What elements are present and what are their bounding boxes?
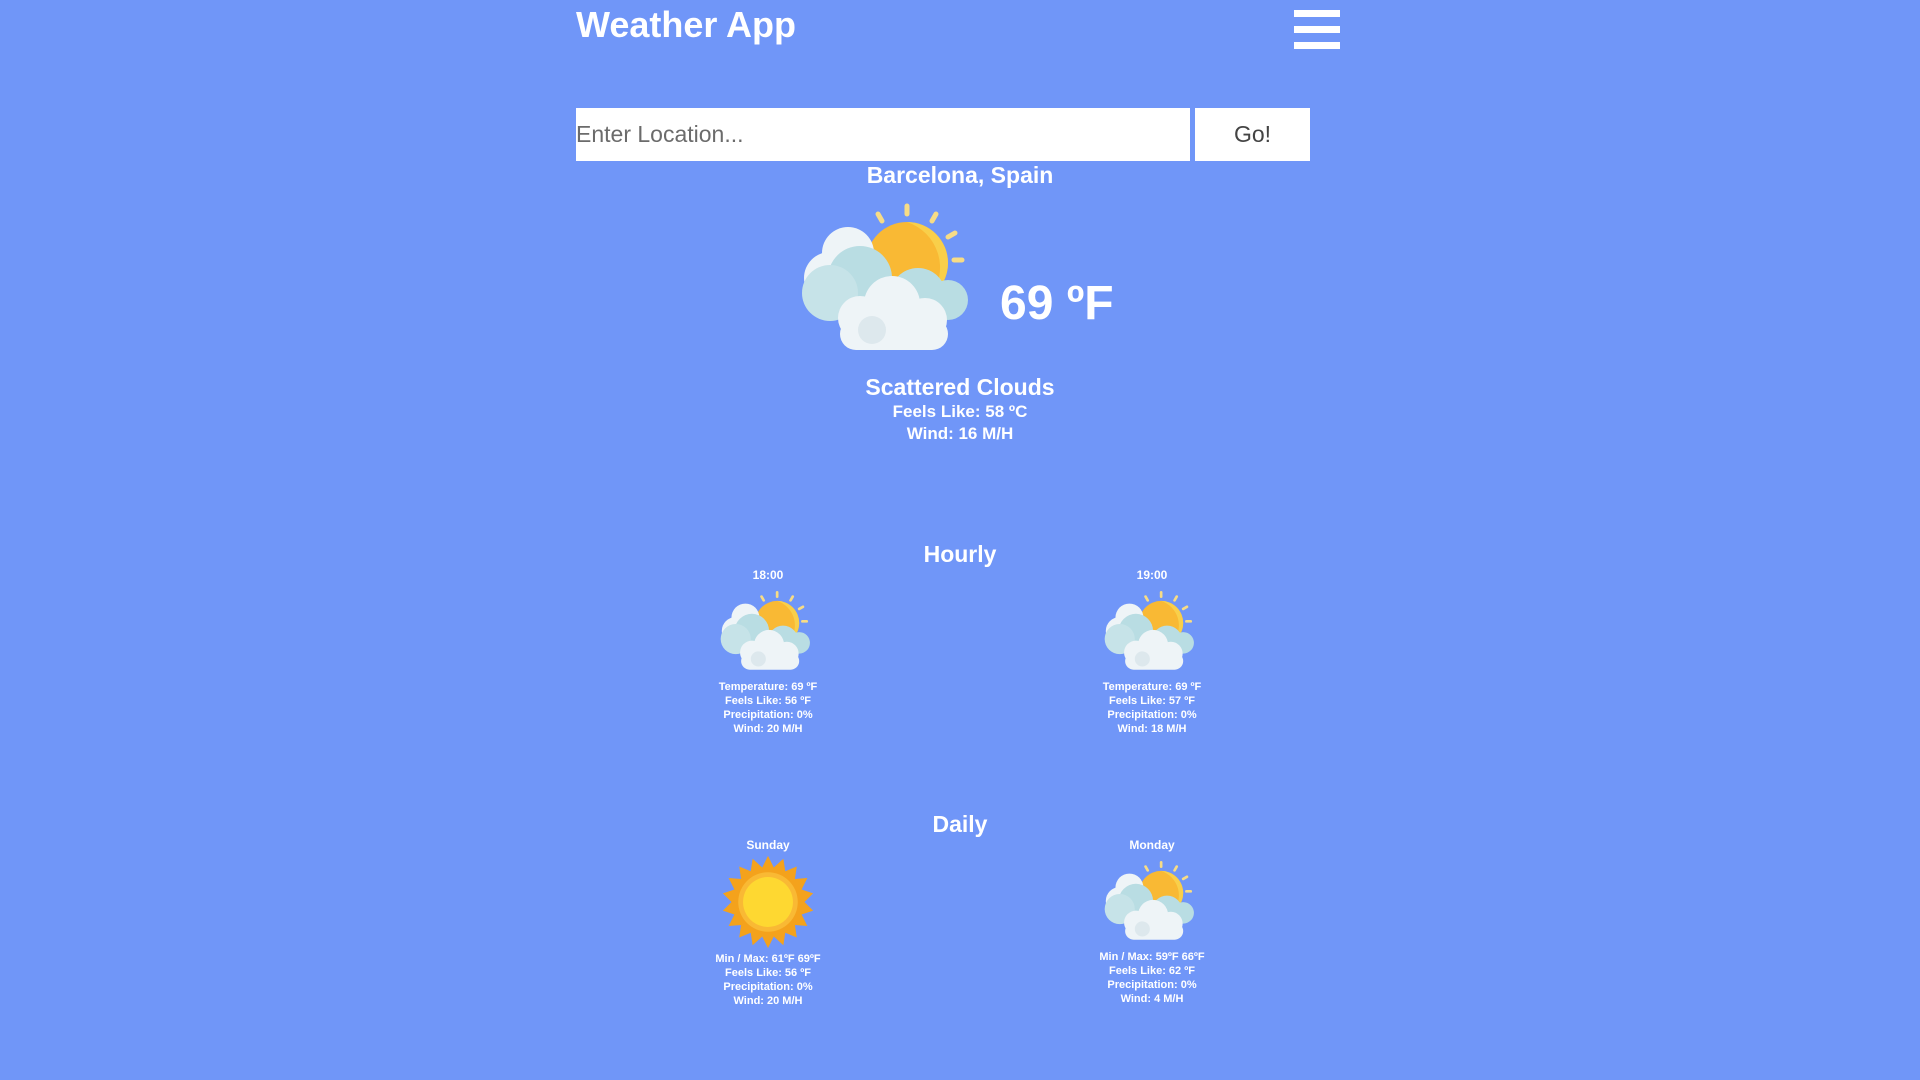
daily-wind: Wind: 4 M/H (1120, 993, 1184, 1005)
hamburger-menu-icon[interactable] (1294, 10, 1340, 50)
partly-cloudy-icon (800, 198, 980, 358)
daily-precipitation: Precipitation: 0% (723, 981, 813, 993)
go-button[interactable]: Go! (1195, 108, 1310, 161)
feels-like: Feels Like: 58 ºC (892, 402, 1028, 421)
app-title: Weather App (576, 4, 797, 45)
hourly-precipitation: Precipitation: 0% (1107, 709, 1197, 721)
daily-day: Sunday (746, 838, 790, 852)
hourly-wind: Wind: 20 M/H (733, 723, 803, 735)
daily-card: Monday Min / Max: 59ºF 66ºF Feels Like: … (1062, 838, 1242, 1006)
hourly-feels-like: Feels Like: 57 ºF (1109, 695, 1195, 707)
wind-speed: Wind: 16 M/H (906, 424, 1014, 443)
partly-cloudy-icon (1102, 588, 1202, 674)
location-search-input[interactable] (576, 108, 1190, 161)
hourly-wind: Wind: 18 M/H (1117, 723, 1187, 735)
hourly-temperature: Temperature: 69 ºF (718, 681, 818, 693)
hourly-section-title: Hourly (923, 541, 997, 567)
partly-cloudy-icon (1102, 858, 1202, 944)
location-name: Barcelona, Spain (866, 162, 1054, 188)
daily-card: Sunday Min / Max: 61ºF 69ºF Feels Like: … (678, 838, 858, 1008)
daily-precipitation: Precipitation: 0% (1107, 979, 1197, 991)
weather-condition: Scattered Clouds (865, 374, 1055, 400)
daily-feels-like: Feels Like: 62 ºF (1109, 965, 1195, 977)
hourly-time: 19:00 (1136, 568, 1168, 582)
partly-cloudy-icon (718, 588, 818, 674)
daily-wind: Wind: 20 M/H (733, 995, 803, 1007)
daily-section-title: Daily (932, 811, 988, 837)
daily-min-max: Min / Max: 61ºF 69ºF (715, 953, 821, 965)
daily-feels-like: Feels Like: 56 ºF (725, 967, 811, 979)
current-temperature: 69 ºF (1000, 277, 1114, 330)
hourly-card: 19:00 Temperature: 69 ºF Feels Like: 57 … (1062, 568, 1242, 736)
hourly-card: 18:00 Temperature: 69 ºF Feels Like: 56 … (678, 568, 858, 736)
hourly-precipitation: Precipitation: 0% (723, 709, 813, 721)
sun-icon (720, 854, 816, 950)
hourly-temperature: Temperature: 69 ºF (1102, 681, 1202, 693)
daily-day: Monday (1129, 838, 1175, 852)
hourly-time: 18:00 (752, 568, 784, 582)
hourly-feels-like: Feels Like: 56 ºF (725, 695, 811, 707)
daily-min-max: Min / Max: 59ºF 66ºF (1099, 951, 1205, 963)
